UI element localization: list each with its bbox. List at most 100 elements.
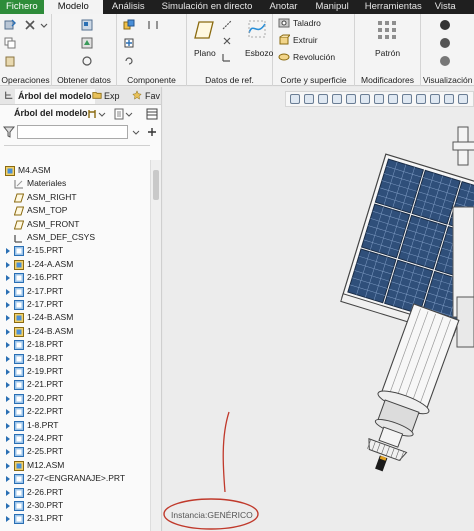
tab-arbol-modelo[interactable]: Árbol del modelo	[15, 89, 95, 104]
tree-item[interactable]: 2-15.PRT	[0, 244, 150, 257]
tree-item[interactable]: 2-22.PRT	[0, 405, 150, 418]
regenerate-icon[interactable]	[4, 19, 16, 31]
revolve-icon[interactable]	[278, 51, 290, 63]
tab-favoritos[interactable]: Fav	[145, 89, 160, 104]
datum-plane-icon[interactable]	[193, 19, 215, 41]
settings-dropdown-icon[interactable]	[98, 108, 106, 120]
expand-arrow-icon[interactable]	[6, 422, 10, 429]
tree-item[interactable]: 2-21.PRT	[0, 378, 150, 391]
tree-item[interactable]: 1-24-B.ASM	[0, 325, 150, 338]
extruir-button[interactable]: Extruir	[293, 35, 318, 45]
appearance-icon[interactable]	[439, 19, 451, 31]
tree-item[interactable]: 2-19.PRT	[0, 365, 150, 378]
expand-arrow-icon[interactable]	[6, 489, 10, 496]
menu-modelo[interactable]: Modelo	[43, 0, 103, 14]
expand-arrow-icon[interactable]	[6, 342, 10, 349]
shrinkwrap-icon[interactable]	[81, 55, 93, 67]
expand-arrow-icon[interactable]	[6, 261, 10, 268]
dropdown-arrow-icon[interactable]	[38, 19, 50, 31]
tree-search-input[interactable]	[17, 125, 128, 139]
graphics-viewport[interactable]: Instancia:GENÉRICO	[163, 87, 474, 531]
datum-point-icon[interactable]	[221, 35, 233, 47]
tree-item[interactable]: M12.ASM	[0, 459, 150, 472]
taladro-button[interactable]: Taladro	[293, 18, 321, 28]
assemble-icon[interactable]	[123, 19, 135, 31]
patron-label[interactable]: Patrón	[375, 48, 400, 58]
tree-item[interactable]: 2-26.PRT	[0, 486, 150, 499]
tree-item[interactable]: 1-8.PRT	[0, 419, 150, 432]
show-dropdown-icon[interactable]	[125, 108, 133, 120]
tree-item[interactable]: ASM_TOP	[0, 204, 150, 217]
tree-item[interactable]: 2-17.PRT	[0, 285, 150, 298]
esbozo-label[interactable]: Esbozo	[245, 48, 273, 58]
drag-components-icon[interactable]	[147, 19, 159, 31]
expand-arrow-icon[interactable]	[6, 476, 10, 483]
display-style-icon[interactable]	[439, 37, 451, 49]
menu-fichero[interactable]: Fichero	[0, 0, 44, 14]
pattern-icon[interactable]	[376, 19, 398, 41]
tree-item[interactable]: 2-30.PRT	[0, 499, 150, 512]
expand-arrow-icon[interactable]	[6, 395, 10, 402]
sketch-icon[interactable]	[247, 19, 267, 39]
tree-item[interactable]: 2-17.PRT	[0, 298, 150, 311]
paste-icon[interactable]	[4, 55, 16, 67]
tree-item[interactable]: 1-24-A.ASM	[0, 258, 150, 271]
tree-item[interactable]: ASM_RIGHT	[0, 191, 150, 204]
search-dropdown-icon[interactable]	[132, 126, 140, 138]
menu-manipul[interactable]: Manipul	[306, 0, 357, 14]
tree-item[interactable]: 1-24-B.ASM	[0, 311, 150, 324]
expand-arrow-icon[interactable]	[6, 436, 10, 442]
extrude-icon[interactable]	[278, 34, 290, 46]
datum-axis-icon[interactable]	[221, 19, 233, 31]
expand-arrow-icon[interactable]	[6, 328, 10, 335]
add-icon[interactable]	[146, 126, 158, 138]
tree-item[interactable]: 2-18.PRT	[0, 338, 150, 351]
tree-scrollbar[interactable]	[150, 160, 161, 531]
tree-item[interactable]: 2-24.PRT	[0, 432, 150, 445]
plano-label[interactable]: Plano	[194, 48, 216, 58]
expand-arrow-icon[interactable]	[6, 302, 10, 308]
create-component-icon[interactable]	[123, 37, 135, 49]
expand-arrow-icon[interactable]	[6, 369, 10, 375]
menu-analisis[interactable]: Análisis	[103, 0, 154, 14]
filter-icon[interactable]	[3, 126, 15, 138]
tree-item[interactable]: ASM_FRONT	[0, 218, 150, 231]
expand-arrow-icon[interactable]	[6, 503, 10, 509]
tree-item[interactable]: 2-20.PRT	[0, 392, 150, 405]
expand-arrow-icon[interactable]	[6, 315, 10, 322]
tree-root[interactable]: M4.ASM	[0, 164, 150, 177]
tree-item[interactable]: Materiales	[0, 177, 150, 190]
copy-icon[interactable]	[4, 37, 16, 49]
tree-item[interactable]: 2-25.PRT	[0, 445, 150, 458]
menu-vista[interactable]: Vista	[429, 0, 462, 14]
expand-arrow-icon[interactable]	[6, 449, 10, 456]
expand-arrow-icon[interactable]	[6, 355, 10, 362]
coordinate-system-icon[interactable]	[221, 51, 233, 63]
expand-arrow-icon[interactable]	[6, 462, 10, 469]
show-icon[interactable]	[113, 108, 125, 120]
expand-arrow-icon[interactable]	[6, 409, 10, 416]
revolucion-button[interactable]: Revolución	[293, 52, 335, 62]
tree-settings-icon[interactable]	[86, 108, 98, 120]
delete-icon[interactable]	[24, 19, 36, 31]
user-defined-feature-icon[interactable]	[81, 19, 93, 31]
tree-item[interactable]: 2-27<ENGRANAJE>.PRT	[0, 472, 150, 485]
expand-arrow-icon[interactable]	[6, 275, 10, 282]
tree-columns-icon[interactable]	[146, 108, 158, 120]
tree-item[interactable]: 2-31.PRT	[0, 512, 150, 525]
tree-scrollbar-thumb[interactable]	[153, 170, 159, 200]
expand-arrow-icon[interactable]	[6, 248, 10, 255]
menu-herramientas[interactable]: Herramientas	[358, 0, 429, 14]
copy-geometry-icon[interactable]	[81, 37, 93, 49]
section-icon[interactable]	[439, 55, 451, 67]
tab-explorador[interactable]: Exp	[104, 89, 120, 104]
tree-item[interactable]: ASM_DEF_CSYS	[0, 231, 150, 244]
repeat-icon[interactable]	[123, 55, 135, 67]
tree-item[interactable]: 2-16.PRT	[0, 271, 150, 284]
menu-simulacion[interactable]: Simulación en directo	[154, 0, 261, 14]
menu-anotar[interactable]: Anotar	[260, 0, 306, 14]
hole-icon[interactable]	[278, 17, 290, 29]
expand-arrow-icon[interactable]	[6, 516, 10, 523]
expand-arrow-icon[interactable]	[6, 382, 10, 389]
tree-item[interactable]: 2-18.PRT	[0, 352, 150, 365]
